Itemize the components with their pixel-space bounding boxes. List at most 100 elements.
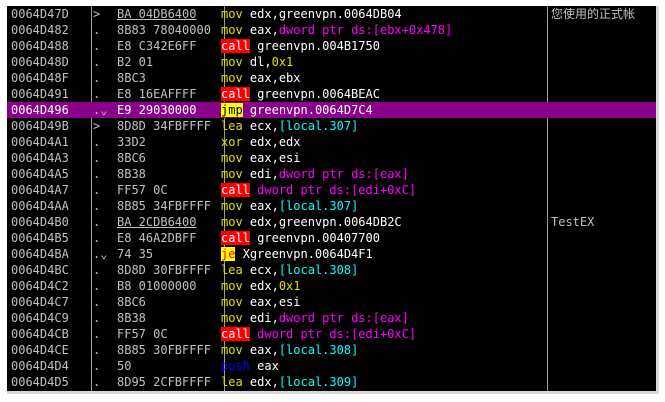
opcode: mov: [221, 23, 243, 37]
operand: eax,esi: [249, 295, 301, 309]
opcode: mov: [221, 279, 243, 293]
disasm-row[interactable]: 0064D4A3. 8BC6 mov eax,esi: [7, 150, 656, 166]
disasm-row[interactable]: 0064D4CB. FF57 0C call dword ptr ds:[edi+0…: [7, 326, 656, 342]
hex-bytes: 8B38: [117, 311, 146, 325]
disasm-row[interactable]: 0064D4B5. E8 46A2DBFF call greenvpn.004077…: [7, 230, 656, 246]
disasm-row[interactable]: 0064D4C7. 8BC6 mov eax,esi: [7, 294, 656, 310]
operand: greenvpn.0064D7C4: [249, 103, 373, 117]
address-cell: 0064D4C7: [11, 295, 69, 309]
comment-cell: [551, 70, 656, 86]
instruction-cell: call greenvpn.00407700: [221, 230, 547, 246]
disasm-row[interactable]: 0064D4AA. 8B85 34FBFFFF mov eax,[local.307…: [7, 198, 656, 214]
hex-bytes: 8B85 30FBFFFF: [117, 343, 211, 357]
jump-marker: >: [93, 7, 101, 21]
disasm-row[interactable]: 0064D4C2. B8 01000000 mov edx,0x1: [7, 278, 656, 294]
operand: Xgreenvpn.0064D4F1: [242, 247, 373, 261]
instruction-cell: mov eax,dword ptr ds:[ebx+0x478]: [221, 22, 547, 38]
operand: eax,: [249, 199, 279, 213]
operand: eax,esi: [249, 151, 301, 165]
operand: greenvpn.004B1750: [257, 39, 380, 53]
opcode: lea: [221, 119, 243, 133]
disasm-row[interactable]: 0064D482. 8B83 78040000 mov eax,dword ptr …: [7, 22, 656, 38]
address-cell: 0064D49B: [11, 119, 69, 133]
opcode: call: [221, 231, 250, 245]
opcode: call: [221, 183, 250, 197]
hex-bytes-cell: FF57 0C: [117, 182, 223, 198]
hex-bytes-cell: BA 04DB6400: [117, 6, 223, 22]
disasm-row[interactable]: 0064D4A5. 8B38 mov edi,dword ptr ds:[eax]: [7, 166, 656, 182]
instruction-cell: mov dl,0x1: [221, 54, 547, 70]
opcode: lea: [221, 375, 243, 389]
opcode: mov: [221, 71, 243, 85]
hex-bytes: 8D8D 34FBFFFF: [117, 119, 211, 133]
comment-cell: [551, 198, 656, 214]
disasm-row[interactable]: 0064D4CE. 8B85 30FBFFFF mov eax,[local.308…: [7, 342, 656, 358]
disasm-row[interactable]: 0064D49B >8D8D 34FBFFFF lea ecx,[local.307…: [7, 118, 656, 134]
instruction-cell: mov eax,ebx: [221, 70, 547, 86]
jump-marker: .: [93, 39, 101, 53]
comment-cell: TestEX: [551, 215, 595, 229]
disasm-row[interactable]: 0064D488. E8 C342E6FF call greenvpn.004B17…: [7, 38, 656, 54]
disasm-row[interactable]: 0064D4BC. 8D8D 30FBFFFF lea ecx,[local.308…: [7, 262, 656, 278]
opcode: lea: [221, 263, 243, 277]
comment-cell: [551, 246, 656, 262]
disasm-row[interactable]: 0064D4B0. BA 2CDB6400 mov edx,greenvpn.006…: [7, 214, 656, 230]
disasm-row[interactable]: 0064D4D5. 8D95 2CFBFFFF lea edx,[local.309…: [7, 374, 656, 390]
hex-bytes: 50: [117, 359, 132, 373]
address-cell: 0064D48D: [11, 55, 69, 69]
comment-cell: [551, 230, 656, 246]
instruction-cell: mov edx,greenvpn.0064DB04: [221, 6, 547, 22]
instruction-cell: call dword ptr ds:[edi+0xC]: [221, 182, 547, 198]
disasm-row[interactable]: 0064D48D. B2 01 mov dl,0x1: [7, 54, 656, 70]
jump-marker: .: [93, 375, 101, 389]
opcode: mov: [221, 343, 243, 357]
disassembly-pane[interactable]: 0064D47D > BA 04DB6400 mov edx,greenvpn.006…: [7, 6, 659, 394]
jump-marker: .: [93, 55, 101, 69]
disasm-row[interactable]: 0064D4A1. 33D2 xor edx,edx: [7, 134, 656, 150]
address-cell: 0064D4AA: [11, 199, 69, 213]
opcode: push: [221, 359, 250, 373]
jump-marker: .: [93, 23, 101, 37]
disasm-row[interactable]: 0064D4D4. 50 push eax: [7, 358, 656, 374]
jump-marker: .: [93, 87, 101, 101]
jump-marker: .: [93, 151, 101, 165]
hex-bytes: E8 C342E6FF: [117, 39, 197, 53]
address-cell: 0064D4CB: [11, 327, 69, 341]
disasm-row[interactable]: 0064D491. E8 16EAFFFF call greenvpn.0064BE…: [7, 86, 656, 102]
address-cell: 0064D482: [11, 23, 69, 37]
disasm-row[interactable]: 0064D4A7. FF57 0C call dword ptr ds:[edi+0…: [7, 182, 656, 198]
jump-marker: .: [93, 135, 101, 149]
instruction-cell: jmp greenvpn.0064D7C4: [221, 102, 547, 118]
disasm-row[interactable]: 0064D48F. 8BC3 mov eax,ebx: [7, 70, 656, 86]
instruction-cell: lea ecx,[local.308]: [221, 262, 547, 278]
address-cell: 0064D4D4: [11, 359, 69, 373]
operand: dl,: [249, 55, 272, 69]
instruction-cell: lea edx,[local.309]: [221, 374, 547, 390]
instruction-cell: call greenvpn.004B1750: [221, 38, 547, 54]
disasm-row[interactable]: 0064D4C9. 8B38 mov edi,dword ptr ds:[eax]: [7, 310, 656, 326]
operand: dword ptr ds:[edi+0xC]: [257, 327, 417, 341]
disasm-row[interactable]: 0064D47D > BA 04DB6400 mov edx,greenvpn.006…: [7, 6, 656, 22]
operand: edx,greenvpn.0064DB2C: [249, 215, 402, 229]
instruction-cell: mov edx,0x1: [221, 278, 547, 294]
operand: [local.307]: [278, 199, 359, 213]
comment-cell: [551, 22, 656, 38]
comment-cell: [551, 342, 656, 358]
instruction-cell: mov edi,dword ptr ds:[eax]: [221, 166, 547, 182]
jump-marker: .: [93, 311, 101, 325]
opcode: je: [221, 247, 236, 261]
hex-bytes-cell: 74 35: [117, 246, 223, 262]
comment-cell: [551, 150, 656, 166]
opcode: mov: [221, 215, 243, 229]
jump-marker: .: [93, 183, 101, 197]
opcode: mov: [221, 311, 243, 325]
hex-bytes-cell: 8B38: [117, 166, 223, 182]
jump-marker: .: [93, 215, 101, 229]
address-cell: 0064D4A7: [11, 183, 69, 197]
disasm-row[interactable]: 0064D496 .⌄ E9 29030000 jmp greenvpn.0064D7…: [7, 102, 656, 118]
hex-bytes-cell: 8D8D 30FBFFFF: [117, 262, 223, 278]
disasm-row[interactable]: 0064D4BA .⌄ 74 35 je Xgreenvpn.0064D4F1: [7, 246, 656, 262]
opcode: mov: [221, 199, 243, 213]
comment-cell: [551, 294, 656, 310]
hex-bytes: E8 16EAFFFF: [117, 87, 197, 101]
